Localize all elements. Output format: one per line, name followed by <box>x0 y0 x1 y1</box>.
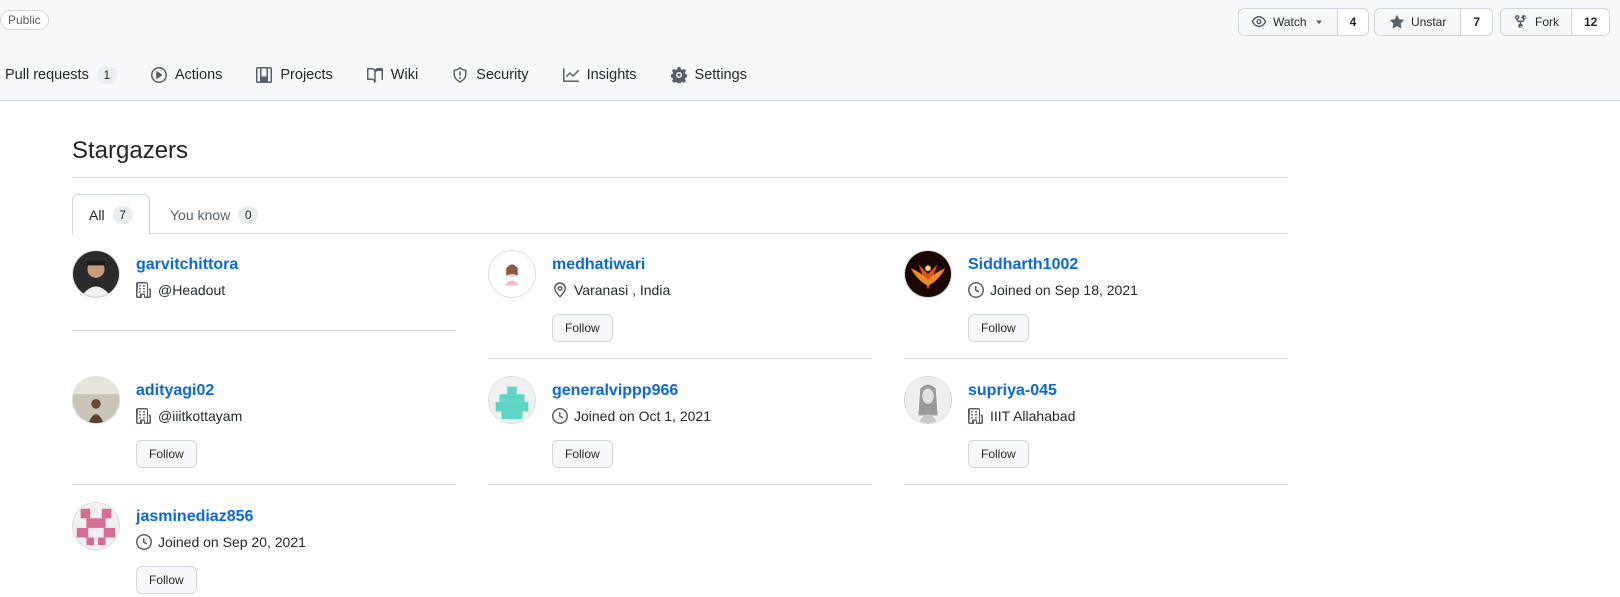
follow-button[interactable]: Follow <box>552 314 613 342</box>
nav-projects[interactable]: Projects <box>256 67 333 83</box>
username-link[interactable]: jasminediaz856 <box>136 508 253 526</box>
stargazer-card: jasminediaz856 Joined on Sep 20, 2021 Fo… <box>72 502 456 597</box>
watch-button[interactable]: Watch <box>1239 9 1338 35</box>
unstar-label: Unstar <box>1411 15 1447 29</box>
follow-button[interactable]: Follow <box>552 440 613 468</box>
nav-actions[interactable]: Actions <box>150 67 223 83</box>
user-joined: Joined on Sep 18, 2021 <box>990 282 1138 298</box>
clock-icon <box>136 534 152 550</box>
nav-actions-label: Actions <box>174 67 223 83</box>
tab-all-counter: 7 <box>112 205 133 224</box>
user-joined: Joined on Sep 20, 2021 <box>158 534 306 550</box>
clock-icon <box>552 408 568 424</box>
nav-settings-label: Settings <box>694 67 747 83</box>
user-company: @iiitkottayam <box>158 408 243 424</box>
avatar[interactable] <box>72 250 120 298</box>
organization-icon <box>136 408 151 424</box>
avatar[interactable] <box>904 376 952 424</box>
user-joined: Joined on Oct 1, 2021 <box>574 408 711 424</box>
table-icon <box>256 67 273 83</box>
follow-button[interactable]: Follow <box>136 440 197 468</box>
username-link[interactable]: adityagi02 <box>136 382 214 400</box>
book-icon <box>366 68 383 83</box>
fork-count[interactable]: 12 <box>1572 9 1610 35</box>
pull-requests-counter: 1 <box>96 66 117 84</box>
tab-all-label: All <box>89 206 105 223</box>
nav-settings[interactable]: Settings <box>670 67 747 83</box>
user-meta: @Headout <box>136 282 225 298</box>
nav-pull-requests[interactable]: Pull requests 1 <box>5 66 117 84</box>
repo-header: Public Watch 4 Unstar 7 Fork 12 Pull req… <box>0 0 1620 101</box>
organization-icon <box>136 282 151 298</box>
triangle-down-icon <box>1315 20 1322 25</box>
user-meta: Joined on Oct 1, 2021 <box>552 408 711 424</box>
nav-insights[interactable]: Insights <box>562 67 637 83</box>
tab-all[interactable]: All 7 <box>72 194 150 235</box>
user-location: Varanasi , India <box>574 282 671 298</box>
nav-security[interactable]: Security <box>452 67 529 83</box>
username-link[interactable]: Siddharth1002 <box>968 256 1078 274</box>
unstar-button[interactable]: Unstar <box>1375 9 1462 35</box>
user-company: IIIT Allahabad <box>990 408 1076 424</box>
stargazer-card: medhatiwari Varanasi , India Follow <box>488 250 872 359</box>
username-link[interactable]: generalvippp966 <box>552 382 678 400</box>
star-button-group: Unstar 7 <box>1374 8 1494 36</box>
star-fill-icon <box>1389 14 1405 29</box>
stargazer-card: Siddharth1002 Joined on Sep 18, 2021 Fol… <box>904 250 1288 359</box>
watch-count[interactable]: 4 <box>1337 9 1369 35</box>
avatar[interactable] <box>72 502 120 550</box>
visibility-badge: Public <box>0 10 49 30</box>
user-meta: IIIT Allahabad <box>968 408 1075 424</box>
tab-you-know-label: You know <box>170 206 231 223</box>
nav-projects-label: Projects <box>280 67 333 83</box>
organization-icon <box>968 408 983 424</box>
shield-icon <box>453 67 467 83</box>
user-meta: Joined on Sep 18, 2021 <box>968 282 1138 298</box>
watch-label: Watch <box>1273 15 1307 29</box>
eye-icon <box>1251 16 1267 28</box>
stargazer-card: supriya-045 IIIT Allahabad Follow <box>904 376 1288 485</box>
stargazer-card: adityagi02 @iiitkottayam Follow <box>72 376 456 485</box>
user-meta: Joined on Sep 20, 2021 <box>136 534 306 550</box>
graph-icon <box>562 68 579 82</box>
title-divider <box>72 177 1288 178</box>
username-link[interactable]: supriya-045 <box>968 382 1057 400</box>
nav-security-label: Security <box>476 67 529 83</box>
follow-button[interactable]: Follow <box>968 440 1029 468</box>
fork-button-group: Fork 12 <box>1500 8 1611 36</box>
nav-wiki[interactable]: Wiki <box>366 67 419 83</box>
user-meta: Varanasi , India <box>552 282 670 298</box>
location-icon <box>554 282 566 298</box>
nav-wiki-label: Wiki <box>390 67 419 83</box>
nav-pull-requests-label: Pull requests <box>5 67 89 83</box>
nav-insights-label: Insights <box>586 67 637 83</box>
page-title: Stargazers <box>72 137 189 164</box>
follow-button[interactable]: Follow <box>136 566 197 594</box>
stargazer-tabs: All 7 You know 0 <box>72 194 1288 235</box>
repo-forked-icon <box>1515 14 1526 29</box>
user-company: @Headout <box>158 282 226 298</box>
avatar[interactable] <box>488 376 536 424</box>
username-link[interactable]: garvitchittora <box>136 256 238 274</box>
follow-button[interactable]: Follow <box>968 314 1029 342</box>
watch-button-group: Watch 4 <box>1238 8 1370 36</box>
stargazer-card: generalvippp966 Joined on Oct 1, 2021 Fo… <box>488 376 872 485</box>
clock-icon <box>968 282 984 298</box>
gear-icon <box>670 67 687 83</box>
tab-you-know[interactable]: You know 0 <box>154 194 274 235</box>
play-icon <box>150 67 167 83</box>
user-meta: @iiitkottayam <box>136 408 242 424</box>
repo-nav: Pull requests 1 Actions Projects Wiki Se… <box>0 60 781 90</box>
username-link[interactable]: medhatiwari <box>552 256 645 274</box>
star-count[interactable]: 7 <box>1461 9 1493 35</box>
tab-you-know-counter: 0 <box>238 205 259 224</box>
fork-label: Fork <box>1535 15 1559 29</box>
fork-button[interactable]: Fork <box>1501 9 1572 35</box>
avatar[interactable] <box>72 376 120 424</box>
avatar[interactable] <box>488 250 536 298</box>
stargazer-card: garvitchittora @Headout <box>72 250 456 331</box>
avatar[interactable] <box>904 250 952 298</box>
